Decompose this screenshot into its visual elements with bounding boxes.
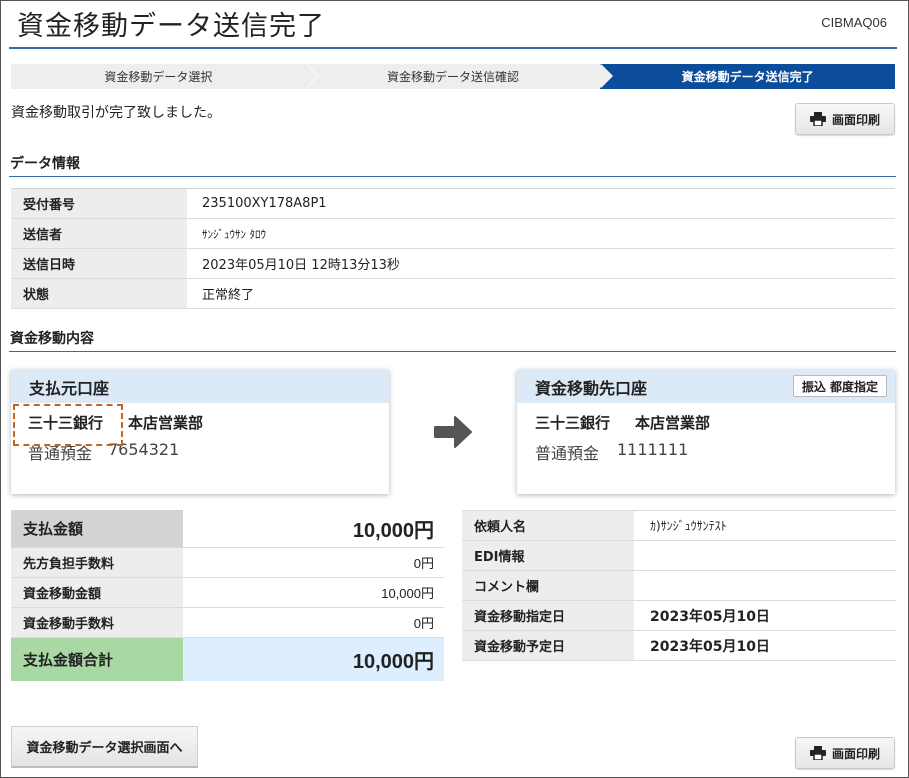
- section-divider: [9, 176, 896, 177]
- table-row: 状態 正常終了: [11, 278, 895, 309]
- table-row: 支払金額合計 10,000円: [11, 637, 444, 681]
- table-row: 資金移動予定日 2023年05月10日: [462, 630, 896, 661]
- source-branch-name: 本店営業部: [128, 414, 204, 432]
- recipient-fee-label: 先方負担手数料: [11, 547, 183, 578]
- payment-amount-label: 支払金額: [11, 510, 183, 548]
- source-card-title-text: 支払元口座: [29, 378, 110, 398]
- table-row: EDI情報: [462, 540, 896, 571]
- completion-message: 資金移動取引が完了致しました。: [11, 105, 221, 121]
- table-row: 送信者 ｻﾝｼﾞｭｳｻﾝ ﾀﾛｳ: [11, 218, 895, 249]
- step-label: 資金移動データ送信確認: [387, 70, 520, 84]
- transfer-fee-value: 0円: [183, 607, 444, 638]
- step-label: 資金移動データ選択: [104, 70, 213, 84]
- status-value: 正常終了: [187, 278, 895, 309]
- step-select: 資金移動データ選択: [11, 64, 319, 89]
- data-info-heading: データ情報: [10, 156, 80, 172]
- row-label: 状態: [11, 278, 187, 309]
- designated-date-label: 資金移動指定日: [462, 600, 634, 631]
- sent-datetime: 2023年05月10日 12時13分13秒: [187, 248, 895, 279]
- designated-date-value: 2023年05月10日: [634, 600, 896, 631]
- print-button-label: 画面印刷: [831, 746, 880, 761]
- scheduled-date-label: 資金移動予定日: [462, 630, 634, 661]
- table-row: 送信日時 2023年05月10日 12時13分13秒: [11, 248, 895, 279]
- arrow-right-icon: [434, 416, 472, 448]
- sender-name: ｻﾝｼﾞｭｳｻﾝ ﾀﾛｳ: [187, 218, 895, 249]
- highlight-box: [13, 404, 123, 446]
- recipient-fee-value: 0円: [183, 547, 444, 578]
- requester-value: ｶ)ｻﾝｼﾞｭｳｻﾝﾃｽﾄ: [634, 510, 896, 541]
- table-row: 支払金額 10,000円: [11, 510, 444, 548]
- request-table: 依頼人名 ｶ)ｻﾝｼﾞｭｳｻﾝﾃｽﾄ EDI情報 コメント欄 資金移動指定日 2…: [462, 510, 896, 661]
- receipt-number: 235100XY178A8P1: [187, 188, 895, 219]
- payment-amount-value: 10,000円: [183, 510, 444, 548]
- table-row: コメント欄: [462, 570, 896, 601]
- comment-value: [634, 570, 896, 601]
- table-row: 資金移動金額 10,000円: [11, 577, 444, 608]
- comment-label: コメント欄: [462, 570, 634, 601]
- transfer-fee-label: 資金移動手数料: [11, 607, 183, 638]
- amount-table: 支払金額 10,000円 先方負担手数料 0円 資金移動金額 10,000円 資…: [11, 510, 444, 681]
- row-label: 受付番号: [11, 188, 187, 219]
- row-label: 送信者: [11, 218, 187, 249]
- page-title: 資金移動データ送信完了: [17, 11, 325, 42]
- destination-account-type: 普通預金: [535, 444, 600, 463]
- source-card-title: 支払元口座: [11, 370, 389, 403]
- requester-label: 依頼人名: [462, 510, 634, 541]
- print-button[interactable]: 画面印刷: [795, 103, 895, 135]
- table-row: 受付番号 235100XY178A8P1: [11, 188, 895, 219]
- printer-icon: [809, 112, 826, 126]
- destination-branch-name: 本店営業部: [635, 414, 711, 432]
- printer-icon: [809, 746, 826, 760]
- table-row: 資金移動手数料 0円: [11, 607, 444, 638]
- section-divider: [9, 351, 896, 352]
- table-row: 先方負担手数料 0円: [11, 547, 444, 578]
- progress-steps: 資金移動データ選択 資金移動データ送信確認 資金移動データ送信完了: [11, 64, 896, 89]
- transfer-amount-label: 資金移動金額: [11, 577, 183, 608]
- edi-label: EDI情報: [462, 540, 634, 571]
- table-row: 資金移動指定日 2023年05月10日: [462, 600, 896, 631]
- total-amount-value: 10,000円: [183, 637, 444, 681]
- print-button-bottom[interactable]: 画面印刷: [795, 737, 895, 769]
- transfer-type-badge: 振込 都度指定: [792, 375, 887, 397]
- total-amount-label: 支払金額合計: [11, 637, 183, 681]
- title-divider: [9, 47, 897, 49]
- step-label: 資金移動データ送信完了: [681, 70, 814, 84]
- scheduled-date-value: 2023年05月10日: [634, 630, 896, 661]
- table-row: 依頼人名 ｶ)ｻﾝｼﾞｭｳｻﾝﾃｽﾄ: [462, 510, 896, 541]
- row-label: 送信日時: [11, 248, 187, 279]
- data-info-table: 受付番号 235100XY178A8P1 送信者 ｻﾝｼﾞｭｳｻﾝ ﾀﾛｳ 送信…: [11, 188, 895, 309]
- print-button-label: 画面印刷: [831, 112, 880, 127]
- step-complete: 資金移動データ送信完了: [600, 64, 896, 89]
- screen-id: CIBMAQ06: [821, 15, 887, 30]
- destination-card-title-text: 資金移動先口座: [535, 378, 648, 398]
- transfer-amount-value: 10,000円: [183, 577, 444, 608]
- back-to-selection-button[interactable]: 資金移動データ選択画面へ: [11, 726, 198, 768]
- edi-value: [634, 540, 896, 571]
- destination-account-number: 1111111: [617, 440, 689, 459]
- destination-bank-name: 三十三銀行: [535, 414, 611, 432]
- step-confirm: 資金移動データ送信確認: [305, 64, 614, 89]
- transfer-heading: 資金移動内容: [10, 331, 94, 347]
- destination-account-card: 資金移動先口座 振込 都度指定 三十三銀行 本店営業部 普通預金 1111111: [517, 370, 895, 494]
- destination-card-title: 資金移動先口座 振込 都度指定: [517, 370, 895, 403]
